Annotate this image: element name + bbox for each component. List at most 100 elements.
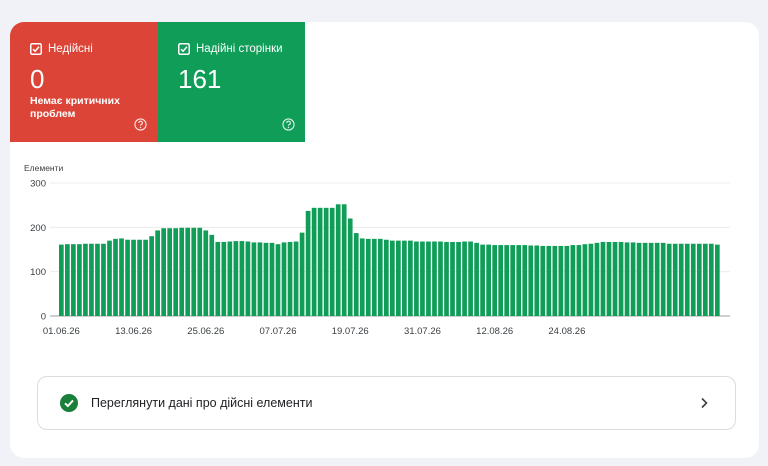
bar[interactable]: [714, 244, 720, 316]
bar[interactable]: [498, 245, 504, 316]
bar[interactable]: [365, 238, 371, 316]
bar[interactable]: [125, 239, 130, 316]
bar[interactable]: [678, 243, 684, 316]
bar[interactable]: [438, 241, 443, 316]
bar[interactable]: [275, 244, 281, 316]
bar[interactable]: [179, 227, 185, 316]
bar[interactable]: [618, 241, 624, 316]
bar[interactable]: [83, 243, 88, 316]
bar[interactable]: [323, 207, 329, 316]
bar[interactable]: [299, 232, 305, 316]
bar[interactable]: [408, 240, 413, 316]
bar[interactable]: [642, 242, 648, 316]
bar[interactable]: [257, 242, 263, 316]
bar[interactable]: [390, 240, 395, 316]
bar[interactable]: [287, 241, 293, 316]
bar[interactable]: [251, 242, 257, 316]
bar[interactable]: [161, 228, 166, 316]
bar[interactable]: [305, 210, 311, 316]
bar[interactable]: [456, 241, 461, 316]
bar[interactable]: [660, 242, 666, 316]
bar[interactable]: [672, 243, 678, 316]
bar[interactable]: [630, 242, 636, 316]
bar[interactable]: [576, 245, 582, 316]
bar[interactable]: [492, 245, 497, 316]
bar[interactable]: [137, 239, 142, 316]
bar[interactable]: [77, 244, 82, 316]
bar[interactable]: [233, 241, 239, 316]
bar[interactable]: [708, 243, 714, 316]
bar[interactable]: [624, 242, 630, 316]
bar[interactable]: [293, 241, 299, 316]
bar[interactable]: [317, 207, 323, 316]
bar[interactable]: [546, 245, 552, 316]
bar[interactable]: [696, 243, 702, 316]
bar[interactable]: [155, 230, 160, 316]
bar[interactable]: [215, 241, 221, 316]
bar[interactable]: [636, 242, 642, 316]
bar[interactable]: [119, 238, 124, 316]
bar[interactable]: [341, 204, 347, 316]
bar[interactable]: [191, 227, 197, 316]
bar[interactable]: [329, 207, 335, 316]
bar[interactable]: [359, 238, 365, 316]
bar[interactable]: [564, 245, 570, 316]
bar[interactable]: [600, 241, 606, 316]
bar[interactable]: [648, 242, 654, 316]
bar[interactable]: [89, 243, 94, 316]
bar[interactable]: [588, 243, 594, 316]
bar[interactable]: [185, 227, 191, 316]
bar[interactable]: [426, 241, 431, 316]
bar[interactable]: [444, 241, 449, 316]
bar[interactable]: [197, 227, 203, 316]
bar[interactable]: [377, 238, 383, 316]
bar[interactable]: [221, 241, 227, 316]
bar[interactable]: [59, 244, 64, 316]
bar[interactable]: [582, 244, 588, 316]
bar[interactable]: [209, 234, 215, 316]
bar[interactable]: [396, 240, 401, 316]
bar[interactable]: [462, 241, 467, 316]
bar[interactable]: [570, 245, 576, 316]
bar[interactable]: [149, 236, 154, 316]
bar[interactable]: [606, 241, 612, 316]
bar[interactable]: [516, 245, 522, 316]
bar[interactable]: [504, 245, 510, 316]
bar[interactable]: [528, 245, 534, 316]
bar[interactable]: [684, 243, 690, 316]
bar[interactable]: [522, 245, 528, 316]
bar[interactable]: [311, 207, 317, 316]
bar[interactable]: [654, 242, 660, 316]
bar[interactable]: [402, 240, 407, 316]
bar[interactable]: [420, 241, 425, 316]
bar[interactable]: [594, 242, 600, 316]
bar[interactable]: [107, 240, 112, 316]
bar[interactable]: [353, 233, 359, 316]
bar[interactable]: [95, 243, 100, 316]
bar[interactable]: [468, 241, 473, 316]
bar[interactable]: [486, 244, 491, 316]
bar[interactable]: [552, 245, 558, 316]
bar[interactable]: [173, 228, 179, 316]
bar[interactable]: [534, 245, 540, 316]
bar[interactable]: [558, 245, 564, 316]
bar[interactable]: [371, 238, 377, 316]
bar[interactable]: [245, 241, 251, 316]
bar[interactable]: [690, 243, 696, 316]
bar[interactable]: [143, 239, 148, 316]
bar[interactable]: [702, 243, 708, 316]
bar[interactable]: [71, 244, 76, 316]
bar[interactable]: [65, 244, 70, 316]
bar[interactable]: [540, 245, 546, 316]
bar[interactable]: [281, 242, 287, 316]
bar[interactable]: [383, 239, 389, 316]
bar[interactable]: [227, 241, 233, 316]
bar[interactable]: [101, 243, 106, 316]
bar[interactable]: [131, 239, 136, 316]
bar[interactable]: [432, 241, 437, 316]
bar[interactable]: [450, 241, 455, 316]
bar[interactable]: [203, 230, 209, 316]
bar[interactable]: [414, 241, 419, 316]
bar[interactable]: [263, 242, 269, 316]
bar[interactable]: [666, 243, 672, 316]
